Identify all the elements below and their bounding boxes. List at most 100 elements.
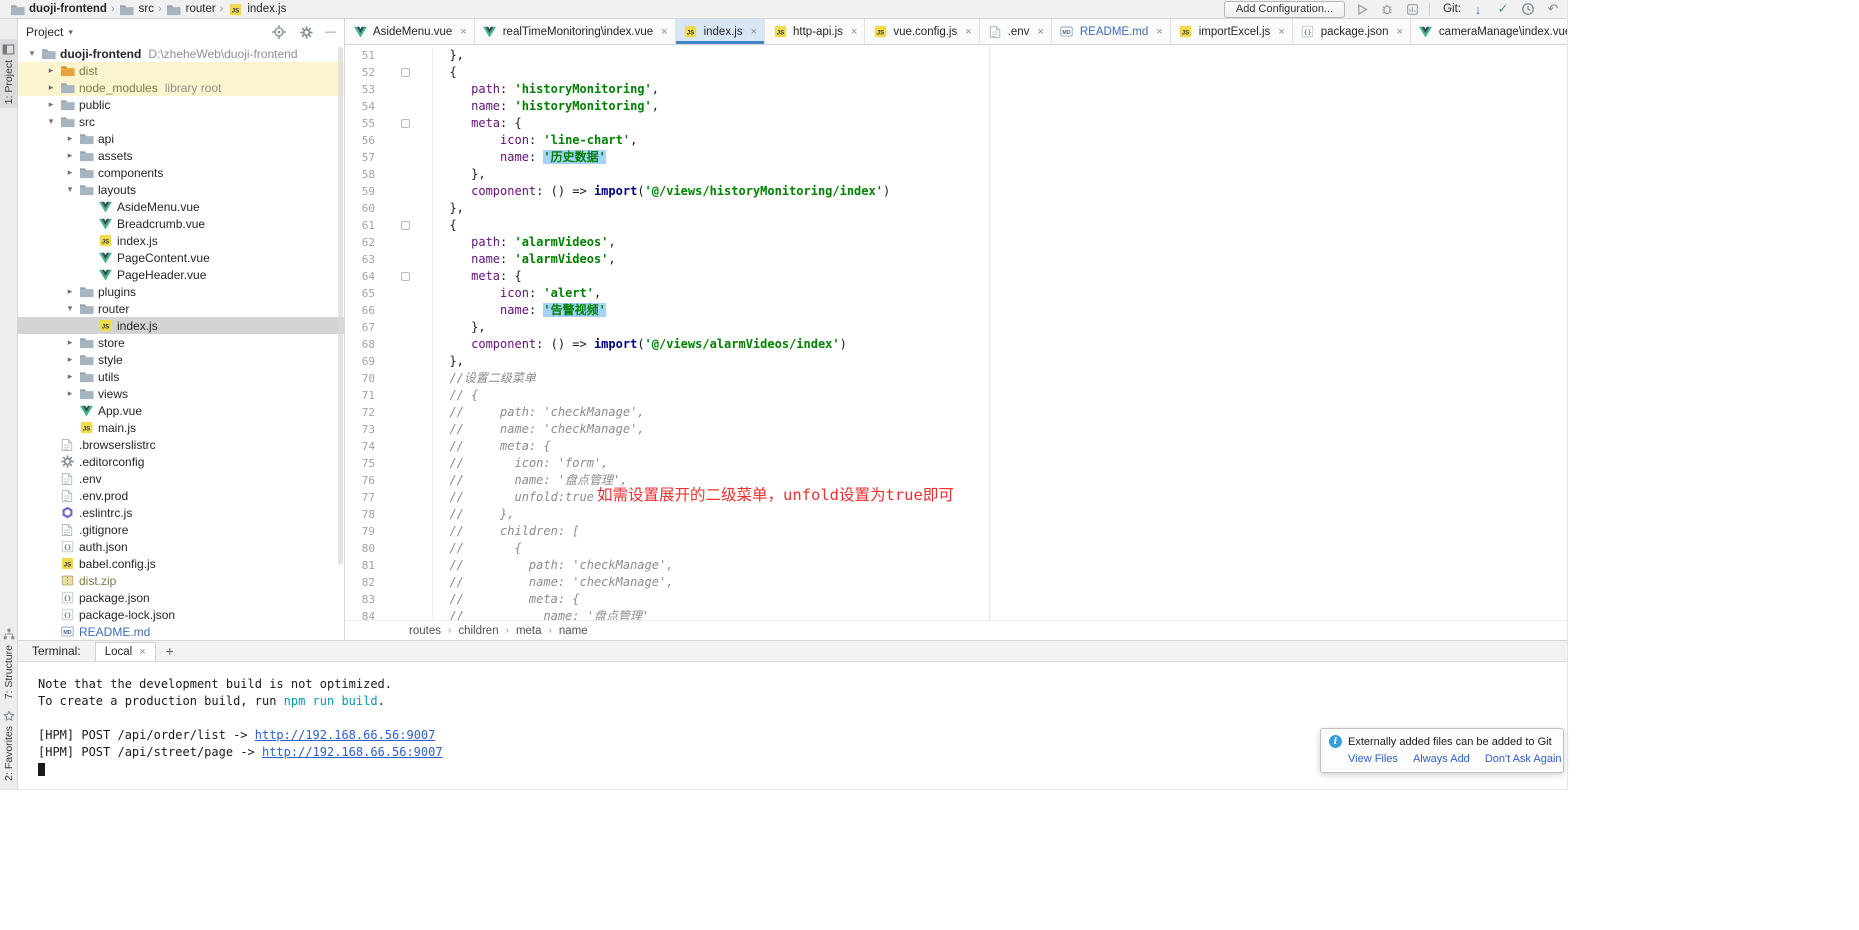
code-line[interactable]: 60 }, xyxy=(345,200,1567,217)
tree-item[interactable]: ▾router xyxy=(18,300,344,317)
tree-item[interactable]: MDREADME.md xyxy=(18,623,344,640)
profiler-icon[interactable] xyxy=(1404,1,1420,17)
chevron-expanded-icon[interactable]: ▾ xyxy=(24,48,40,59)
chevron-collapsed-icon[interactable]: ▸ xyxy=(62,167,78,178)
tree-item[interactable]: JSindex.js xyxy=(18,317,344,334)
terminal-link[interactable]: http://192.168.66.56:9007 xyxy=(255,728,436,742)
editor-breadcrumb-item[interactable]: name xyxy=(559,625,588,637)
editor-breadcrumb-item[interactable]: meta xyxy=(516,625,542,637)
editor-tab[interactable]: AsideMenu.vue× xyxy=(345,19,475,44)
editor-tab[interactable]: .env× xyxy=(980,19,1052,44)
tree-item[interactable]: JSindex.js xyxy=(18,232,344,249)
tree-item[interactable]: ▸components xyxy=(18,164,344,181)
tab-close-icon[interactable]: × xyxy=(1278,26,1284,38)
debug-icon[interactable] xyxy=(1379,1,1395,17)
tab-close-icon[interactable]: × xyxy=(851,26,857,38)
add-configuration-button[interactable]: Add Configuration... xyxy=(1224,1,1345,18)
code-line[interactable]: 67 }, xyxy=(345,319,1567,336)
editor-breadcrumb-item[interactable]: routes xyxy=(409,625,441,637)
editor-tab-active[interactable]: JSindex.js× xyxy=(676,19,765,44)
tree-item[interactable]: ▸views xyxy=(18,385,344,402)
project-view-selector[interactable]: Project ▾ xyxy=(26,25,73,39)
code-line[interactable]: 80 // { xyxy=(345,540,1567,557)
tree-item[interactable]: ▸plugins xyxy=(18,283,344,300)
terminal-add-tab-button[interactable]: + xyxy=(156,643,184,659)
chevron-collapsed-icon[interactable]: ▸ xyxy=(62,150,78,161)
chevron-collapsed-icon[interactable]: ▸ xyxy=(62,133,78,144)
code-line[interactable]: 62 path: 'alarmVideos', xyxy=(345,234,1567,251)
chevron-collapsed-icon[interactable]: ▸ xyxy=(62,388,78,399)
breadcrumb-item[interactable]: duoji-frontend xyxy=(6,1,110,17)
code-line[interactable]: 70 //设置二级菜单 xyxy=(345,370,1567,387)
terminal-tab-local[interactable]: Local × xyxy=(95,642,156,661)
code-line[interactable]: 66 name: '告警视频' xyxy=(345,302,1567,319)
code-line[interactable]: 78 // }, xyxy=(345,506,1567,523)
rollback-icon[interactable]: ↶ xyxy=(1545,1,1561,17)
project-tree-scrollbar[interactable] xyxy=(338,47,343,565)
tree-item[interactable]: .eslintrc.js xyxy=(18,504,344,521)
tree-item[interactable]: ▸node_moduleslibrary root xyxy=(18,79,344,96)
tree-item[interactable]: .editorconfig xyxy=(18,453,344,470)
chevron-collapsed-icon[interactable]: ▸ xyxy=(62,371,78,382)
code-line[interactable]: 68 component: () => import('@/views/alar… xyxy=(345,336,1567,353)
editor-tab[interactable]: JSimportExcel.js× xyxy=(1171,19,1293,44)
tree-item[interactable]: JSbabel.config.js xyxy=(18,555,344,572)
editor-tab[interactable]: {}package.json× xyxy=(1293,19,1411,44)
tab-close-icon[interactable]: × xyxy=(1396,26,1402,38)
notification-action[interactable]: Don't Ask Again xyxy=(1485,753,1562,765)
locate-file-icon[interactable] xyxy=(271,24,287,40)
code-line[interactable]: 54 name: 'historyMonitoring', xyxy=(345,98,1567,115)
code-line[interactable]: 52 { xyxy=(345,64,1567,81)
tab-close-icon[interactable]: × xyxy=(965,26,971,38)
tree-item[interactable]: Breadcrumb.vue xyxy=(18,215,344,232)
code-line[interactable]: 64 meta: { xyxy=(345,268,1567,285)
gear-icon[interactable] xyxy=(298,24,314,40)
fold-marker-icon[interactable] xyxy=(401,68,410,77)
breadcrumb-item[interactable]: JSindex.js xyxy=(224,1,289,17)
chevron-expanded-icon[interactable]: ▾ xyxy=(43,116,59,127)
chevron-collapsed-icon[interactable]: ▸ xyxy=(62,354,78,365)
notification-action[interactable]: View Files xyxy=(1348,753,1398,765)
chevron-collapsed-icon[interactable]: ▸ xyxy=(62,286,78,297)
tree-item[interactable]: App.vue xyxy=(18,402,344,419)
tree-item[interactable]: PageContent.vue xyxy=(18,249,344,266)
code-line[interactable]: 81 // path: 'checkManage', xyxy=(345,557,1567,574)
code-line[interactable]: 57 name: '历史数据' xyxy=(345,149,1567,166)
chevron-expanded-icon[interactable]: ▾ xyxy=(62,303,78,314)
code-line[interactable]: 79 // children: [ xyxy=(345,523,1567,540)
code-line[interactable]: 63 name: 'alarmVideos', xyxy=(345,251,1567,268)
tree-item[interactable]: .gitignore xyxy=(18,521,344,538)
tab-close-icon[interactable]: × xyxy=(1037,26,1043,38)
code-line[interactable]: 77 // unfold:true xyxy=(345,489,1567,506)
code-line[interactable]: 75 // icon: 'form', xyxy=(345,455,1567,472)
breadcrumb-item[interactable]: router xyxy=(163,1,219,17)
fold-marker-icon[interactable] xyxy=(401,119,410,128)
fold-marker-icon[interactable] xyxy=(401,221,410,230)
tree-item[interactable]: .browserslistrc xyxy=(18,436,344,453)
code-line[interactable]: 71 // { xyxy=(345,387,1567,404)
stripe-button-structure[interactable]: 7: Structure xyxy=(0,624,17,703)
tab-close-icon[interactable]: × xyxy=(751,26,757,38)
tree-item[interactable]: .env.prod xyxy=(18,487,344,504)
code-line[interactable]: 56 icon: 'line-chart', xyxy=(345,132,1567,149)
code-line[interactable]: 61 { xyxy=(345,217,1567,234)
chevron-expanded-icon[interactable]: ▾ xyxy=(62,184,78,195)
notification-action[interactable]: Always Add xyxy=(1413,753,1470,765)
tree-item[interactable]: ▾src xyxy=(18,113,344,130)
terminal-link[interactable]: http://192.168.66.56:9007 xyxy=(262,745,443,759)
tree-item[interactable]: ▸utils xyxy=(18,368,344,385)
chevron-collapsed-icon[interactable]: ▸ xyxy=(62,337,78,348)
update-project-icon[interactable]: ↓ xyxy=(1470,1,1486,17)
run-icon[interactable] xyxy=(1354,1,1370,17)
tree-item[interactable]: ▸api xyxy=(18,130,344,147)
code-line[interactable]: 59 component: () => import('@/views/hist… xyxy=(345,183,1567,200)
tree-item[interactable]: PageHeader.vue xyxy=(18,266,344,283)
stripe-button-favorites[interactable]: 2: Favorites xyxy=(0,705,17,785)
tree-item[interactable]: ▸public xyxy=(18,96,344,113)
code-line[interactable]: 55 meta: { xyxy=(345,115,1567,132)
code-line[interactable]: 73 // name: 'checkManage', xyxy=(345,421,1567,438)
code-line[interactable]: 65 icon: 'alert', xyxy=(345,285,1567,302)
tree-item[interactable]: ▾duoji-frontendD:\zheheWeb\duoji-fronten… xyxy=(18,45,344,62)
code-line[interactable]: 76 // name: '盘点管理', xyxy=(345,472,1567,489)
tab-close-icon[interactable]: × xyxy=(460,26,466,38)
